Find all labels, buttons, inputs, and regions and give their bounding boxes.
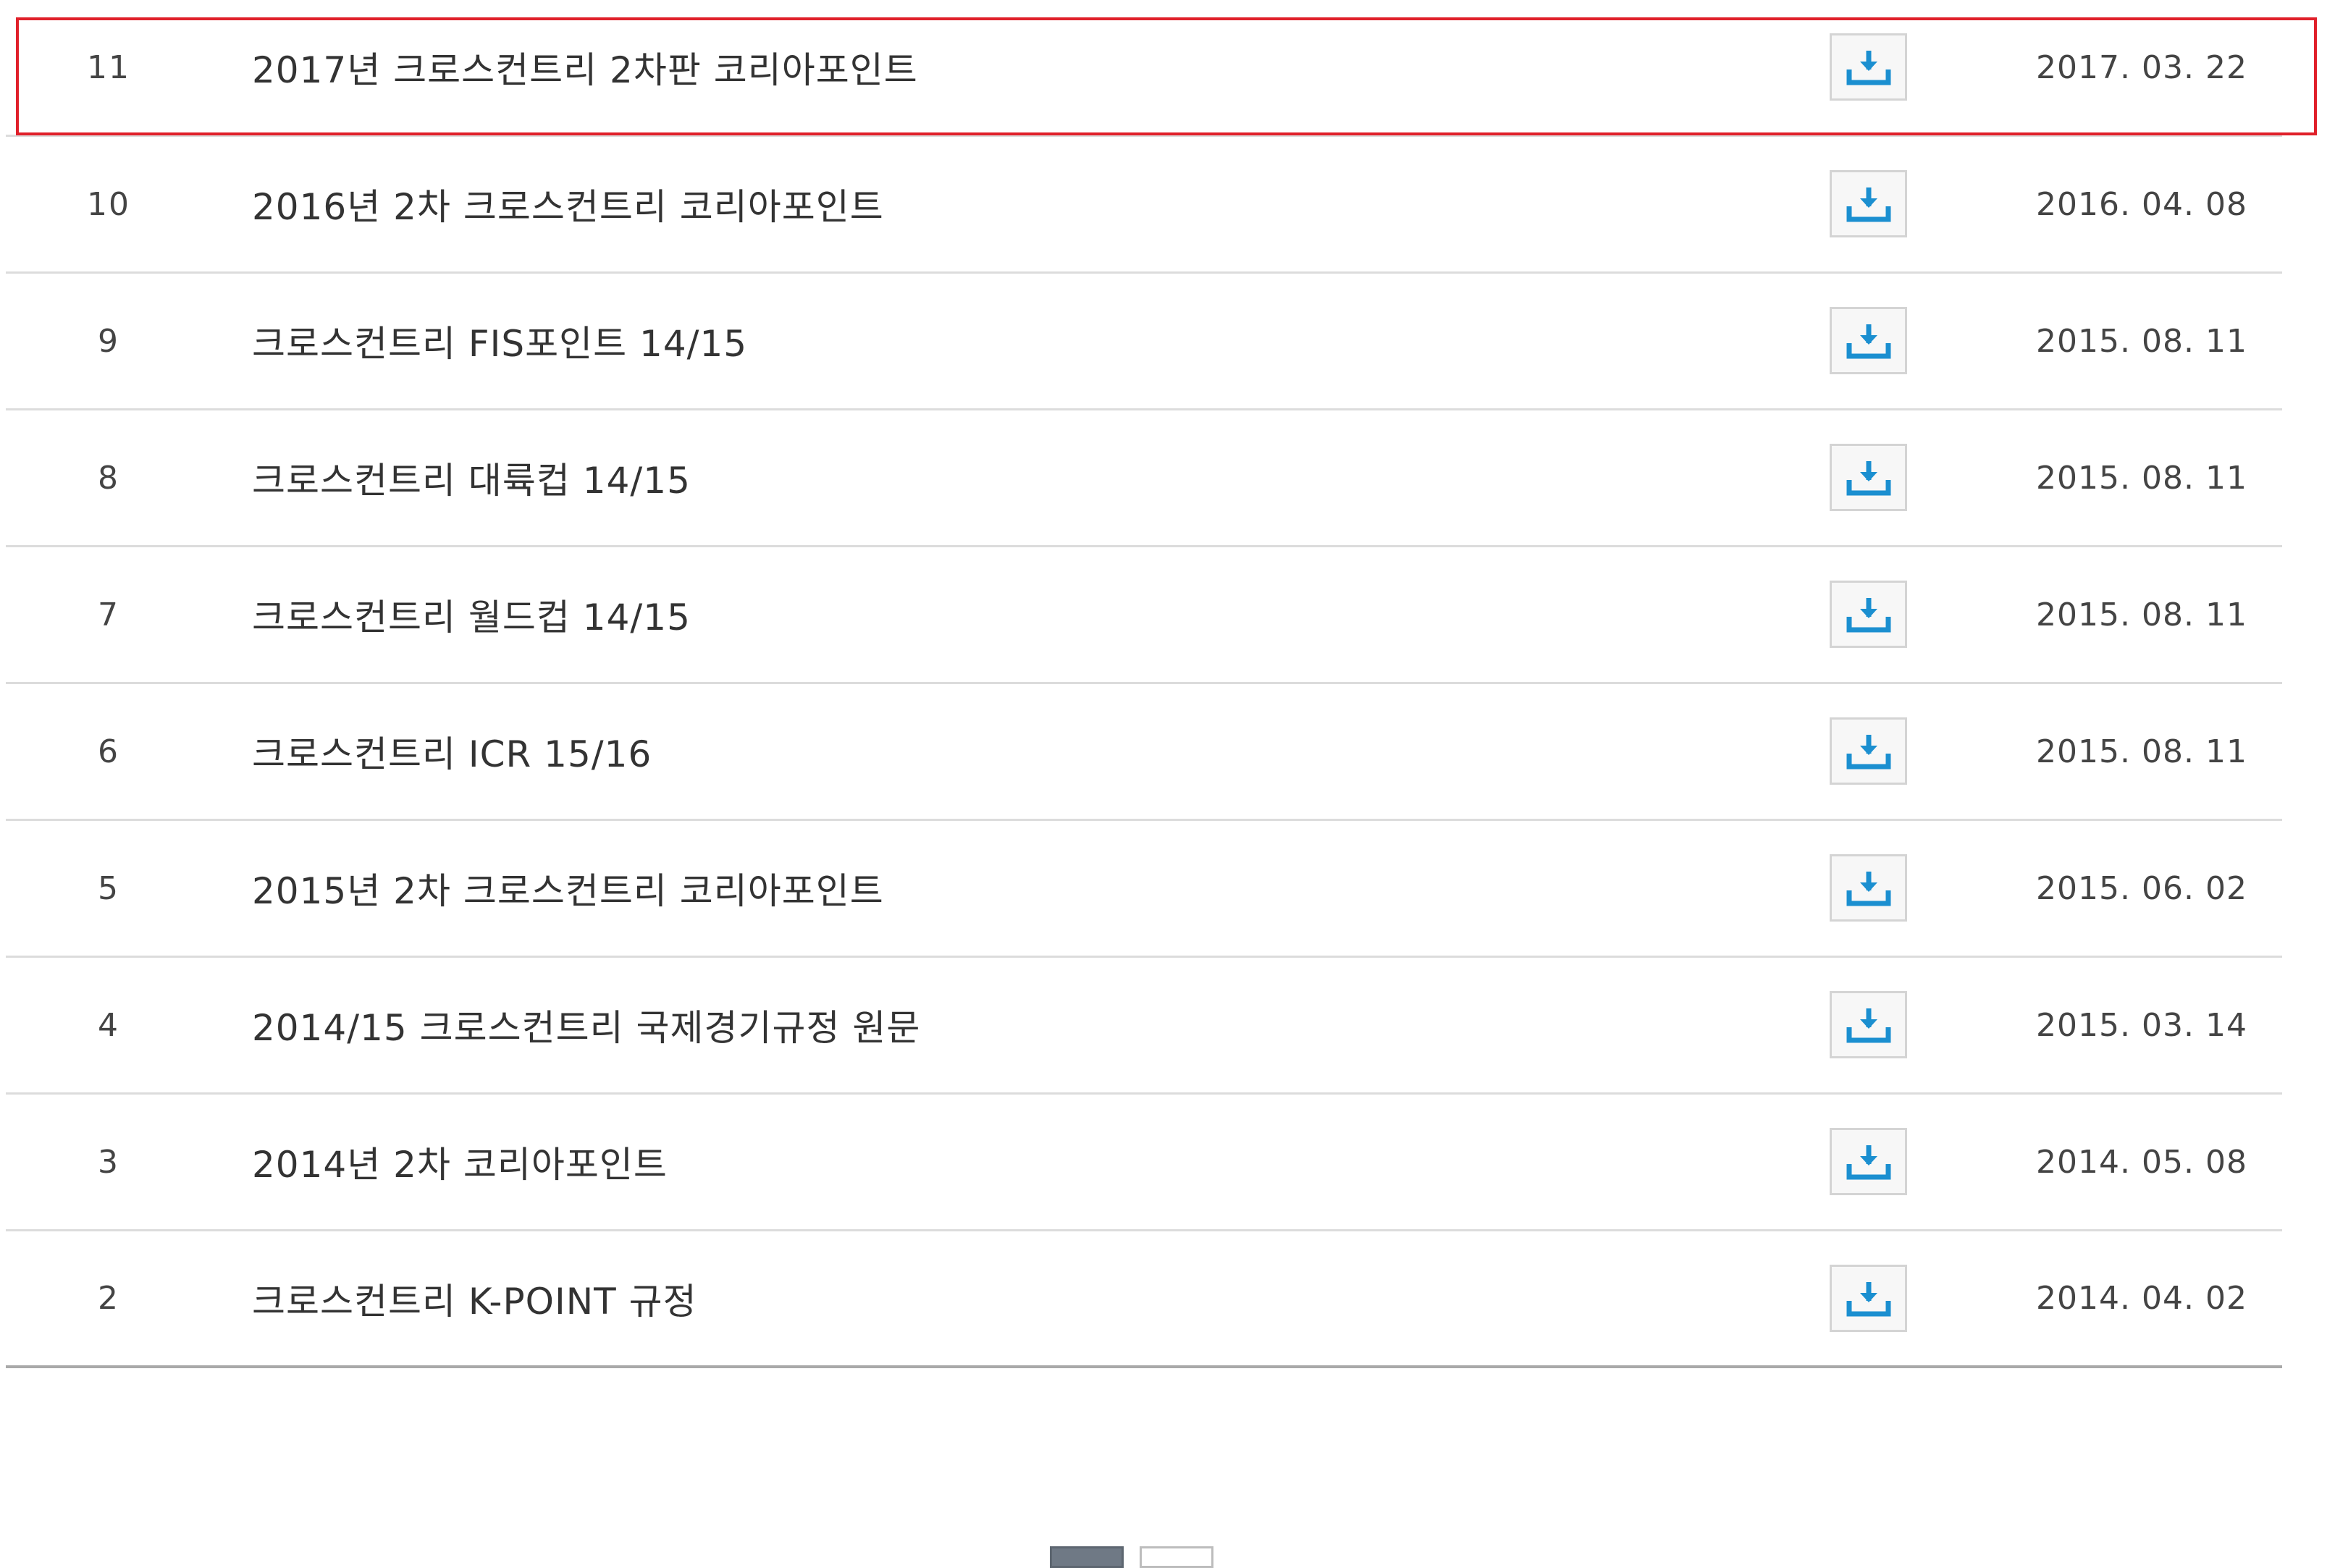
page-button-current[interactable]	[1050, 1546, 1124, 1568]
list-row[interactable]: 2 크로스컨트리 K-POINT 규정 2014. 04. 02	[6, 1231, 2282, 1368]
row-number: 2	[98, 1280, 119, 1317]
row-title-link[interactable]: 크로스컨트리 월드컵 14/15	[252, 547, 691, 682]
row-date: 2017. 03. 22	[2036, 49, 2247, 86]
download-icon	[1846, 1281, 1890, 1316]
download-icon	[1846, 1145, 1890, 1179]
row-title-link[interactable]: 크로스컨트리 ICR 15/16	[252, 684, 652, 819]
download-icon	[1846, 324, 1890, 358]
row-number: 3	[98, 1143, 119, 1181]
row-title-link[interactable]: 크로스컨트리 FIS포인트 14/15	[252, 274, 747, 408]
download-icon	[1846, 1008, 1890, 1042]
download-list: 11 2017년 크로스컨트리 2차판 코리아포인트 2017. 03. 22 …	[6, 0, 2282, 1368]
download-button[interactable]	[1830, 991, 1907, 1058]
download-button[interactable]	[1830, 307, 1907, 374]
list-row[interactable]: 10 2016년 2차 크로스컨트리 코리아포인트 2016. 04. 08	[6, 137, 2282, 274]
download-button[interactable]	[1830, 1265, 1907, 1332]
row-number: 10	[87, 185, 130, 223]
row-title-link[interactable]: 2017년 크로스컨트리 2차판 코리아포인트	[252, 0, 918, 135]
list-row[interactable]: 7 크로스컨트리 월드컵 14/15 2015. 08. 11	[6, 547, 2282, 684]
download-button[interactable]	[1830, 1128, 1907, 1195]
row-number: 5	[98, 869, 119, 907]
download-button[interactable]	[1830, 444, 1907, 511]
download-icon	[1846, 871, 1890, 906]
row-date: 2016. 04. 08	[2036, 185, 2247, 223]
download-button[interactable]	[1830, 33, 1907, 101]
list-row[interactable]: 11 2017년 크로스컨트리 2차판 코리아포인트 2017. 03. 22	[6, 0, 2282, 137]
row-date: 2015. 08. 11	[2036, 459, 2247, 497]
pagination	[0, 1546, 2335, 1568]
download-icon	[1846, 187, 1890, 222]
row-date: 2015. 08. 11	[2036, 322, 2247, 360]
row-number: 9	[98, 322, 119, 360]
download-icon	[1846, 460, 1890, 495]
row-title-link[interactable]: 2015년 2차 크로스컨트리 코리아포인트	[252, 821, 884, 956]
list-row[interactable]: 8 크로스컨트리 대륙컵 14/15 2015. 08. 11	[6, 410, 2282, 547]
row-number: 6	[98, 733, 119, 770]
row-number: 11	[87, 49, 130, 86]
row-title-link[interactable]: 크로스컨트리 K-POINT 규정	[252, 1231, 697, 1365]
download-icon	[1846, 734, 1890, 769]
download-button[interactable]	[1830, 717, 1907, 785]
row-number: 8	[98, 459, 119, 497]
download-button[interactable]	[1830, 581, 1907, 648]
download-board: 11 2017년 크로스컨트리 2차판 코리아포인트 2017. 03. 22 …	[0, 0, 2335, 1568]
row-date: 2015. 08. 11	[2036, 733, 2247, 770]
row-title-link[interactable]: 크로스컨트리 대륙컵 14/15	[252, 410, 691, 545]
row-date: 2015. 08. 11	[2036, 596, 2247, 633]
row-title-link[interactable]: 2014/15 크로스컨트리 국제경기규정 원문	[252, 958, 920, 1092]
list-row[interactable]: 6 크로스컨트리 ICR 15/16 2015. 08. 11	[6, 684, 2282, 821]
list-row[interactable]: 3 2014년 2차 코리아포인트 2014. 05. 08	[6, 1095, 2282, 1231]
list-row[interactable]: 9 크로스컨트리 FIS포인트 14/15 2015. 08. 11	[6, 274, 2282, 410]
page-button[interactable]	[1140, 1546, 1213, 1568]
download-button[interactable]	[1830, 170, 1907, 237]
download-icon	[1846, 597, 1890, 632]
row-title-link[interactable]: 2016년 2차 크로스컨트리 코리아포인트	[252, 137, 884, 271]
row-date: 2015. 03. 14	[2036, 1006, 2247, 1044]
list-row[interactable]: 4 2014/15 크로스컨트리 국제경기규정 원문 2015. 03. 14	[6, 958, 2282, 1095]
row-date: 2014. 04. 02	[2036, 1280, 2247, 1317]
download-button[interactable]	[1830, 854, 1907, 922]
row-title-link[interactable]: 2014년 2차 코리아포인트	[252, 1095, 668, 1229]
row-date: 2014. 05. 08	[2036, 1143, 2247, 1181]
row-number: 7	[98, 596, 119, 633]
row-date: 2015. 06. 02	[2036, 869, 2247, 907]
row-number: 4	[98, 1006, 119, 1044]
download-icon	[1846, 50, 1890, 85]
list-row[interactable]: 5 2015년 2차 크로스컨트리 코리아포인트 2015. 06. 02	[6, 821, 2282, 958]
